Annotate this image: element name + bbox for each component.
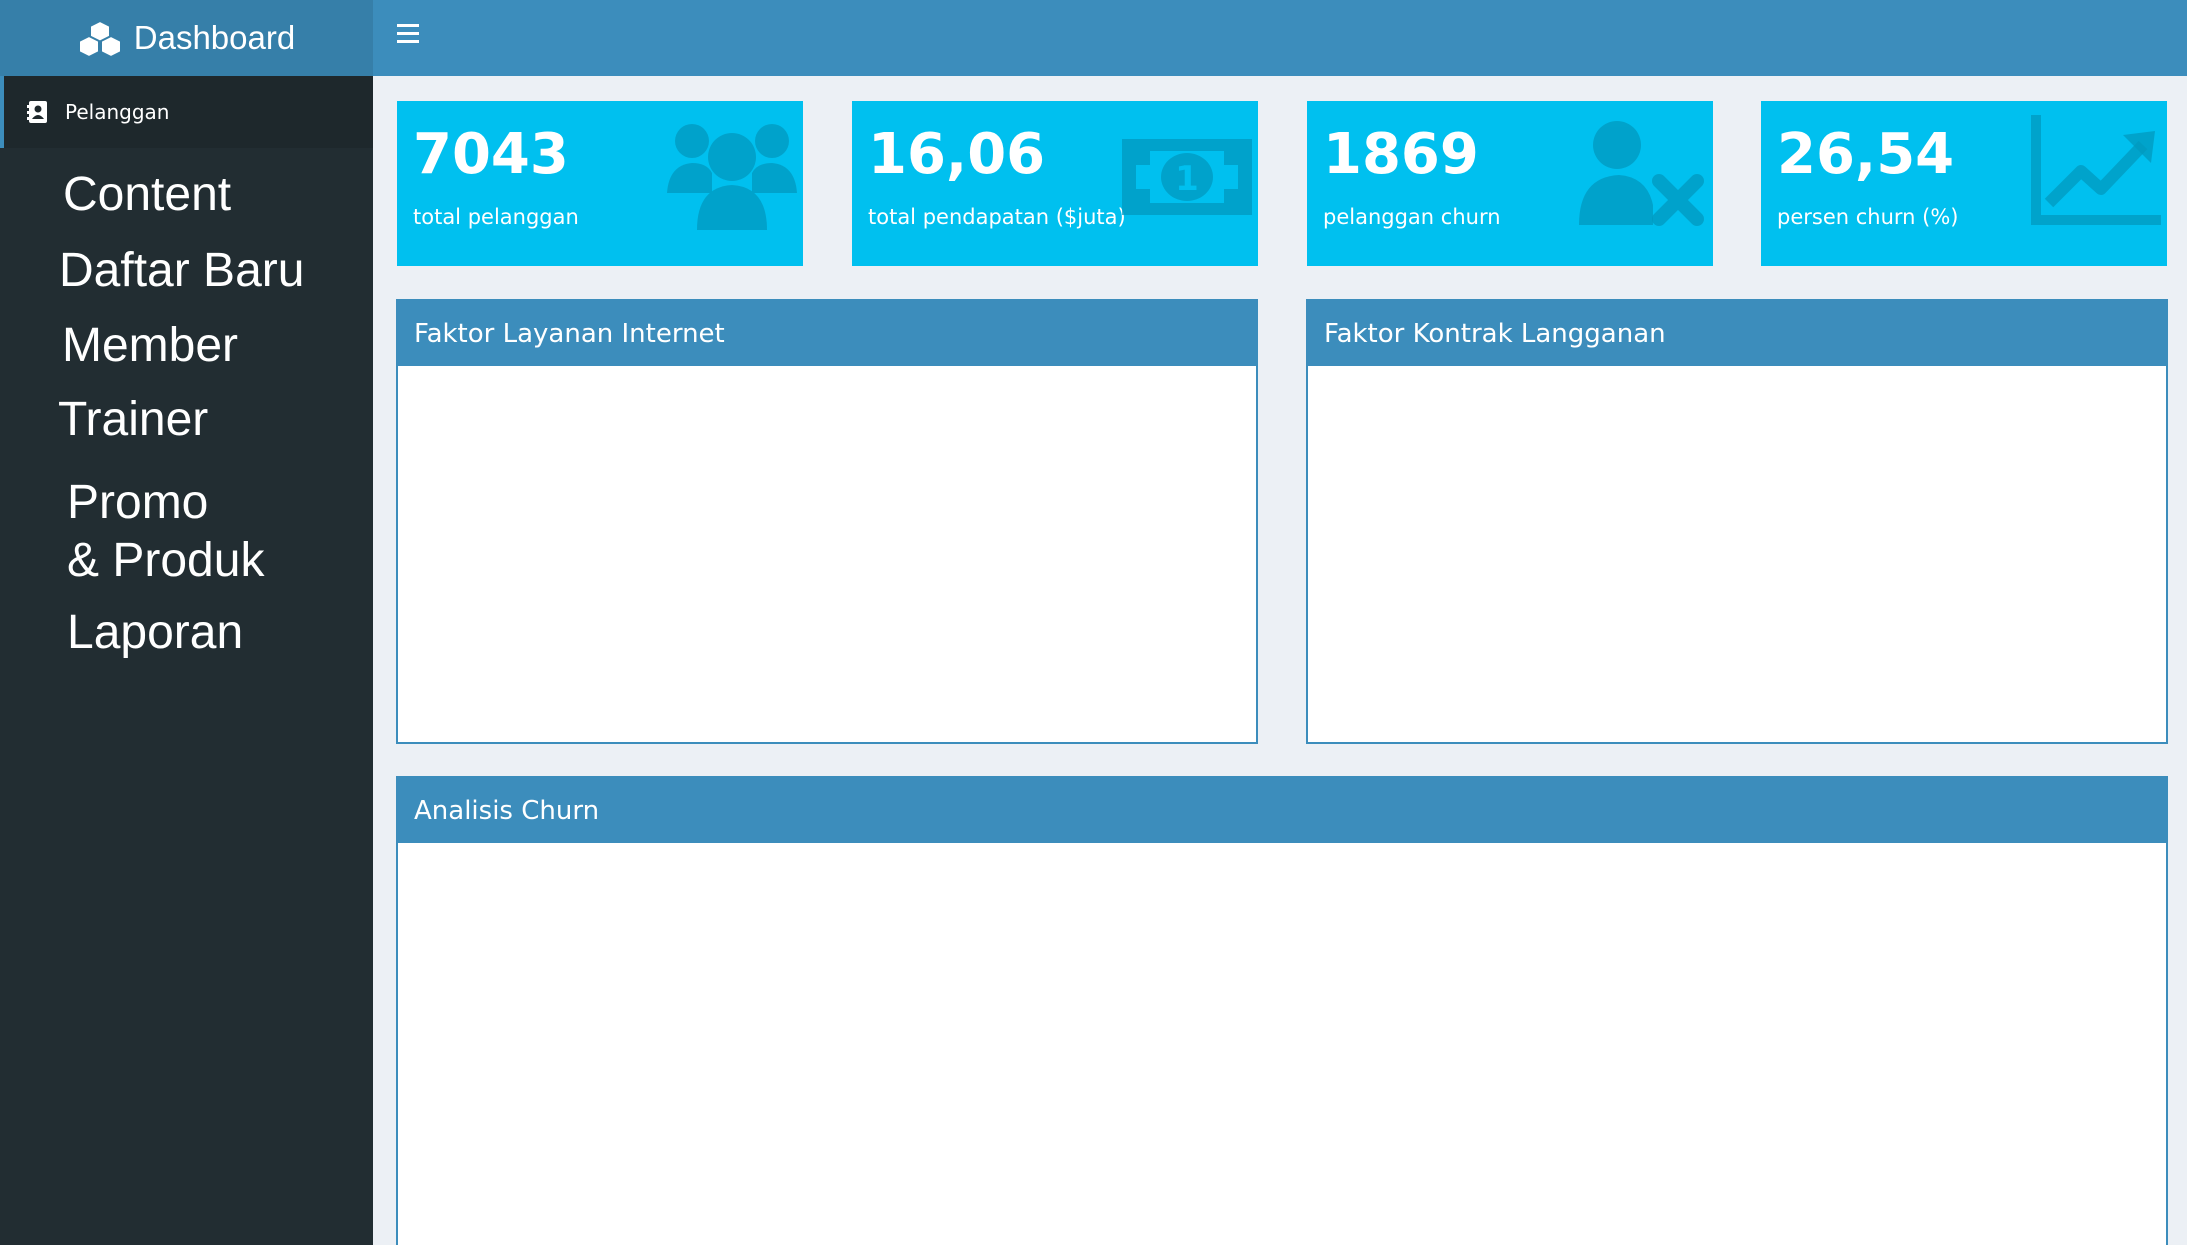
menu-item-trainer[interactable]: Trainer [58,391,208,449]
stat-value: 7043 [413,122,569,187]
top-navbar [373,0,2187,76]
menu-item-content[interactable]: Content [63,166,231,224]
sidebar: Dashboard Pelanggan Content Daftar Baru … [0,0,373,1245]
menu-item-promo-produk[interactable]: Promo & Produk [67,474,264,590]
stat-value: 16,06 [868,122,1046,187]
app-title: Dashboard [133,19,296,56]
logo[interactable]: Dashboard [0,0,373,76]
line-chart-icon [2031,115,2161,225]
user-times-icon [1579,121,1704,226]
stat-label: pelanggan churn [1323,205,1501,229]
stat-label: total pelanggan [413,205,579,229]
stat-persen-churn: 26,54 persen churn (%) [1761,101,2167,266]
stat-value: 1869 [1323,122,1479,187]
users-icon [667,124,797,230]
address-book-icon [27,101,47,123]
stat-value: 26,54 [1777,122,1955,187]
svg-text:1: 1 [1175,159,1199,199]
panel-faktor-kontrak-langganan: Faktor Kontrak Langganan [1306,299,2168,744]
sidebar-item-pelanggan[interactable]: Pelanggan [0,76,373,148]
menu-item-laporan[interactable]: Laporan [67,604,243,662]
panel-faktor-layanan-internet: Faktor Layanan Internet [396,299,1258,744]
panel-title: Faktor Kontrak Langganan [1308,301,2166,366]
stat-label: total pendapatan ($juta) [868,205,1126,229]
menu-item-member[interactable]: Member [62,317,238,375]
sidebar-item-label: Pelanggan [65,100,170,124]
menu-item-daftar-baru[interactable]: Daftar Baru [59,242,304,300]
stat-label: persen churn (%) [1777,205,1959,229]
money-icon: 1 [1122,139,1252,215]
stat-total-pelanggan: 7043 total pelanggan [397,101,803,266]
cubes-icon [77,19,122,57]
panel-title: Analisis Churn [398,778,2166,843]
panel-title: Faktor Layanan Internet [398,301,1256,366]
stat-pelanggan-churn: 1869 pelanggan churn [1307,101,1713,266]
panel-analisis-churn: Analisis Churn [396,776,2168,1245]
stat-total-pendapatan: 16,06 total pendapatan ($juta) 1 [852,101,1258,266]
sidebar-toggle-icon[interactable] [397,24,419,50]
